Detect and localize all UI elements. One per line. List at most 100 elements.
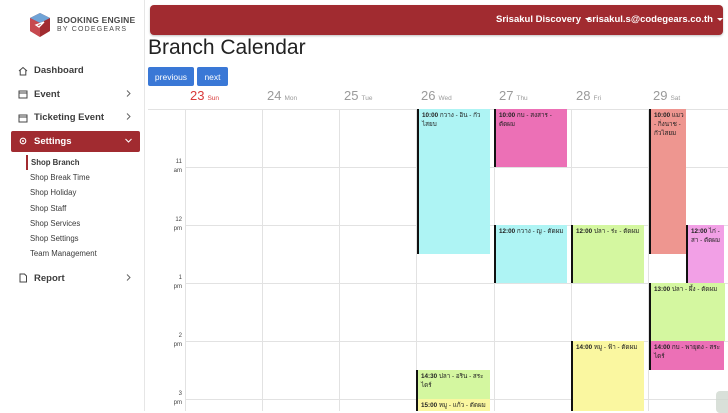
week-calendar: 23 Sun 24 Mon 25 Tue 26 Wed 27 Thu 28 Fri 29 Sa… xyxy=(148,86,728,413)
calendar-event[interactable]: 12:00 ไก่ - สา - ตัดผม xyxy=(686,225,724,283)
event-title: หมู - แก้ว - ตัดผม xyxy=(438,402,486,409)
event-title: ปลา - ผึ้ง - ตัดผม xyxy=(671,286,718,293)
event-time: 14:00 xyxy=(654,344,671,351)
day-header-sat: 29 Sat xyxy=(653,86,680,110)
sidebar-item-settings[interactable]: Settings xyxy=(11,130,140,152)
chevron-right-icon xyxy=(126,273,131,281)
document-icon xyxy=(19,273,27,283)
chevron-down-icon xyxy=(125,138,132,143)
calendar-event[interactable]: 14:00 หมู - ฟ้า - ตัดผม xyxy=(571,341,644,411)
caret-down-icon xyxy=(716,18,723,21)
time-hour: 11 xyxy=(175,159,182,165)
event-title: ปลา - ร่ะ - ตัดผม xyxy=(593,228,640,235)
calendar-event[interactable]: 12:00 ปลา - ร่ะ - ตัดผม xyxy=(571,225,644,283)
weekday-label: Sun xyxy=(207,95,220,102)
logo-cube-icon xyxy=(30,13,50,37)
day-header-fri: 28 Fri xyxy=(576,86,601,110)
time-label-11am: 11 am xyxy=(148,158,182,176)
event-title: กวาง - ญ - ตัดผม xyxy=(516,228,564,235)
home-icon xyxy=(18,66,28,75)
grid-col-line xyxy=(185,110,186,411)
calendar-event[interactable]: 14:30 ปลา - อริน - สระไดร์ xyxy=(416,370,490,399)
event-time: 14:00 xyxy=(576,344,593,351)
calendar-event[interactable]: 15:00 หมู - แก้ว - ตัดผม xyxy=(416,399,490,411)
brand-title: BOOKING ENGINE xyxy=(57,15,136,25)
event-time: 12:00 xyxy=(499,228,516,235)
grid-col-line xyxy=(262,110,263,411)
event-time: 10:00 xyxy=(654,112,671,119)
time-ampm: pm xyxy=(173,342,182,348)
sidebar-item-report[interactable]: Report xyxy=(11,268,140,289)
time-label-3pm: 3 pm xyxy=(148,390,182,408)
submenu-item-team-management[interactable]: Team Management xyxy=(26,246,140,261)
day-number: 24 xyxy=(267,88,282,103)
calendar-icon xyxy=(18,90,28,99)
event-time: 10:00 xyxy=(422,112,439,119)
event-title: หมู - ฟ้า - ตัดผม xyxy=(593,344,638,351)
user-email: srisakul.s@codegears.co.th xyxy=(587,14,713,25)
top-navbar: Srisakul Discovery srisakul.s@codegears.… xyxy=(150,5,723,35)
time-ampm: am xyxy=(173,168,182,174)
brand-subtitle: BY CODEGEARS xyxy=(57,26,128,33)
sidebar-item-label: Ticketing Event xyxy=(34,112,105,123)
gear-icon xyxy=(19,137,27,145)
day-number: 28 xyxy=(576,88,591,103)
weekday-label: Fri xyxy=(593,95,602,102)
event-time: 13:00 xyxy=(654,286,671,293)
sidebar: BOOKING ENGINE BY CODEGEARS Dashboard Ev… xyxy=(0,0,145,411)
time-ampm: pm xyxy=(173,400,182,406)
time-ampm: pm xyxy=(173,226,182,232)
calendar-event[interactable]: 10:00 กบ - สงสาร - ตัดผม xyxy=(494,109,567,167)
sidebar-item-ticketing-event[interactable]: Ticketing Event xyxy=(11,107,140,128)
user-dropdown[interactable]: srisakul.s@codegears.co.th xyxy=(587,14,723,25)
event-time: 14:30 xyxy=(421,373,438,380)
day-number: 23 xyxy=(190,88,205,103)
time-hour: 3 xyxy=(178,391,182,397)
time-hour: 1 xyxy=(178,275,182,281)
side-drawer-handle[interactable] xyxy=(716,391,728,413)
next-button[interactable]: next xyxy=(197,67,228,86)
time-ampm: pm xyxy=(173,284,182,290)
calendar-event[interactable]: 10:00 กวาง - อิน - กัวไสยบ xyxy=(417,109,490,254)
day-number: 27 xyxy=(499,88,514,103)
sidebar-item-event[interactable]: Event xyxy=(11,84,140,105)
sidebar-item-dashboard[interactable]: Dashboard xyxy=(11,60,140,81)
event-time: 12:00 xyxy=(691,228,708,235)
day-number: 29 xyxy=(653,88,668,103)
day-header-wed: 26 Wed xyxy=(421,86,452,110)
grid-row-line xyxy=(185,341,728,342)
calendar-event[interactable]: 14:00 กบ - พายุดง - สระไดร์ xyxy=(649,341,724,370)
page-title: Branch Calendar xyxy=(148,36,306,59)
submenu-item-shop-branch[interactable]: Shop Branch xyxy=(26,154,140,170)
day-header-thu: 27 Thu xyxy=(499,86,528,110)
submenu-item-shop-settings[interactable]: Shop Settings xyxy=(26,231,140,246)
time-hour: 2 xyxy=(178,333,182,339)
submenu-item-shop-holiday[interactable]: Shop Holiday xyxy=(26,185,140,200)
previous-button[interactable]: previous xyxy=(148,67,194,86)
branch-dropdown[interactable]: Srisakul Discovery xyxy=(496,14,592,25)
sidebar-item-label: Event xyxy=(34,88,60,100)
time-label-2pm: 2 pm xyxy=(148,332,182,350)
day-number: 25 xyxy=(344,88,359,103)
time-hour: 12 xyxy=(175,217,182,223)
calendar-event[interactable]: 13:00 ปลา - ผึ้ง - ตัดผม xyxy=(649,283,725,341)
event-time: 10:00 xyxy=(499,112,516,119)
time-label-1pm: 1 pm xyxy=(148,274,182,292)
chevron-right-icon xyxy=(126,113,131,120)
event-time: 15:00 xyxy=(421,402,438,409)
calendar-event[interactable]: 12:00 กวาง - ญ - ตัดผม xyxy=(494,225,567,283)
brand-logo[interactable]: BOOKING ENGINE BY CODEGEARS xyxy=(28,12,135,38)
submenu-item-shop-staff[interactable]: Shop Staff xyxy=(26,200,140,215)
settings-submenu: Shop Branch Shop Break Time Shop Holiday… xyxy=(11,154,140,262)
day-header-tue: 25 Tue xyxy=(344,86,372,110)
calendar-event[interactable]: 10:00 แมว - กิ่งนาช - กัวไสยม xyxy=(649,109,686,254)
weekday-label: Mon xyxy=(284,95,298,102)
submenu-item-shop-services[interactable]: Shop Services xyxy=(26,216,140,231)
sidebar-item-label: Report xyxy=(34,272,65,284)
sidebar-nav: Dashboard Event Ticketing Event Settings… xyxy=(11,60,140,291)
weekday-label: Thu xyxy=(516,95,528,102)
grid-col-line xyxy=(339,110,340,411)
branch-name: Srisakul Discovery xyxy=(496,14,582,25)
day-header-mon: 24 Mon xyxy=(267,86,297,110)
submenu-item-shop-break-time[interactable]: Shop Break Time xyxy=(26,170,140,185)
